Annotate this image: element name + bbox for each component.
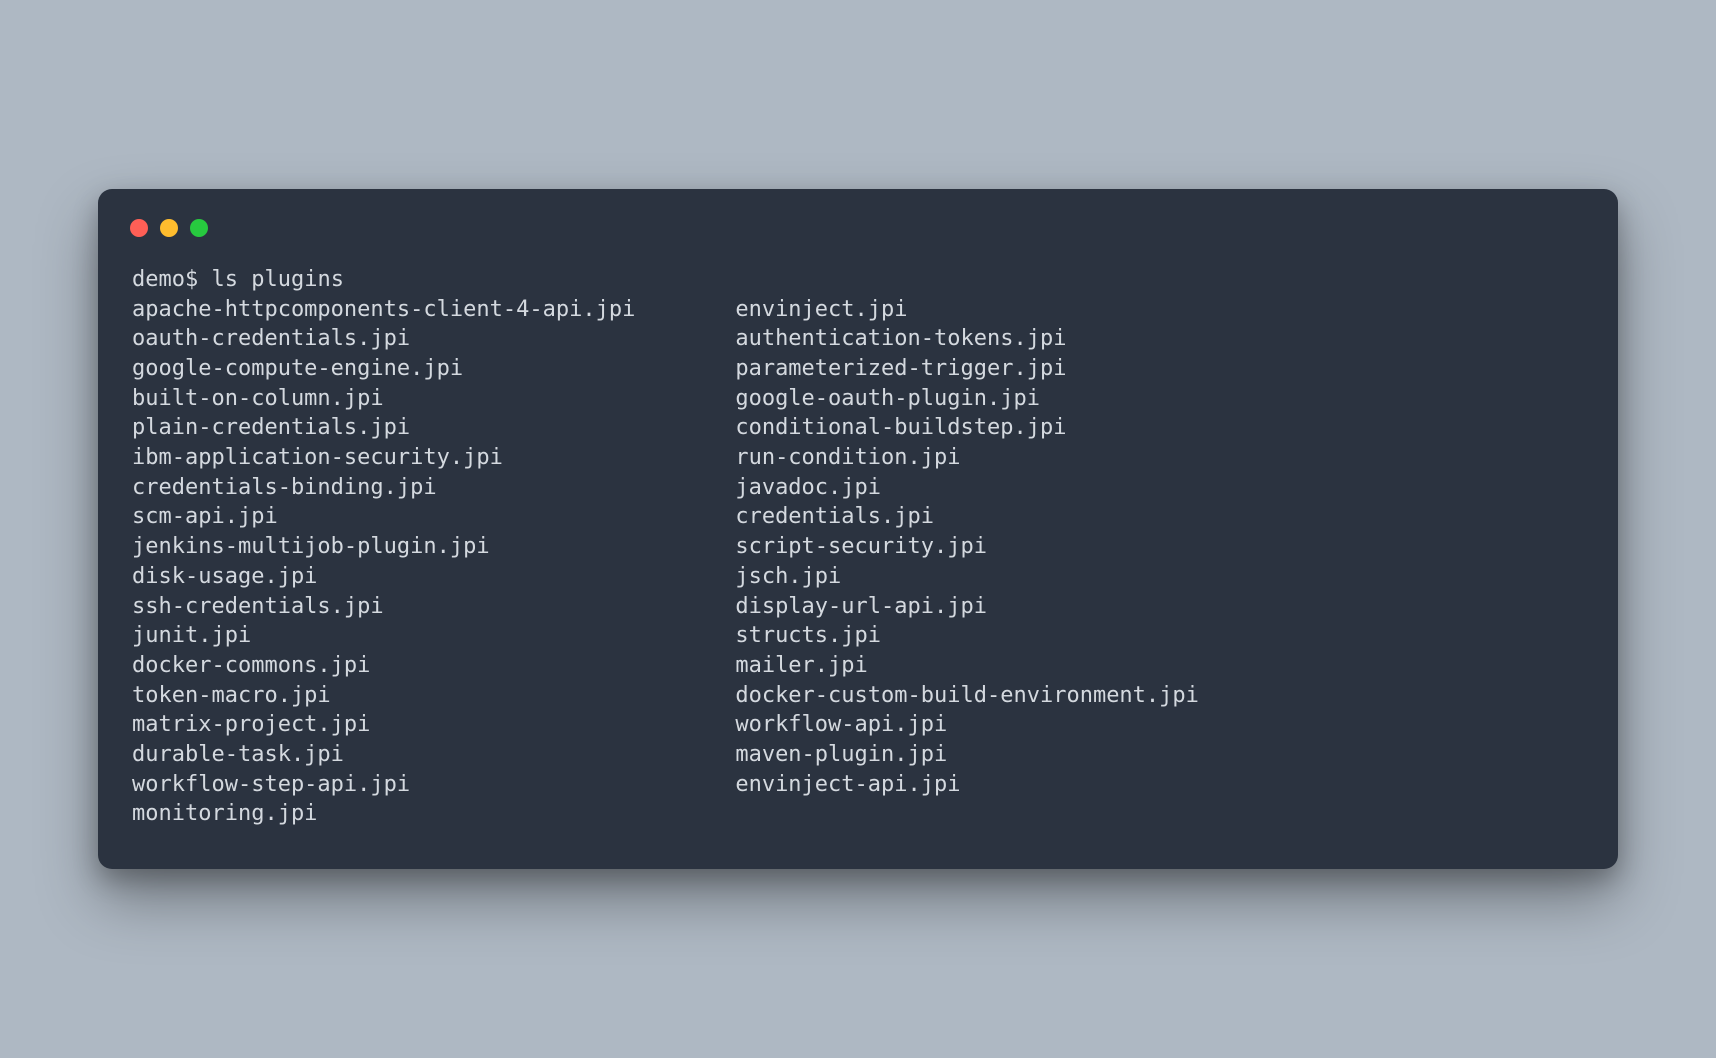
list-item: jenkins-multijob-plugin.jpi xyxy=(132,532,635,562)
list-item: maven-plugin.jpi xyxy=(735,740,1199,770)
list-item: envinject.jpi xyxy=(735,295,1199,325)
list-item: credentials.jpi xyxy=(735,502,1199,532)
list-item: authentication-tokens.jpi xyxy=(735,324,1199,354)
list-item: workflow-api.jpi xyxy=(735,710,1199,740)
list-item: credentials-binding.jpi xyxy=(132,473,635,503)
list-item: built-on-column.jpi xyxy=(132,384,635,414)
list-item: parameterized-trigger.jpi xyxy=(735,354,1199,384)
list-item: display-url-api.jpi xyxy=(735,592,1199,622)
list-item: structs.jpi xyxy=(735,621,1199,651)
list-item: apache-httpcomponents-client-4-api.jpi xyxy=(132,295,635,325)
list-item: docker-custom-build-environment.jpi xyxy=(735,681,1199,711)
list-item: script-security.jpi xyxy=(735,532,1199,562)
list-item: disk-usage.jpi xyxy=(132,562,635,592)
list-item: oauth-credentials.jpi xyxy=(132,324,635,354)
terminal-window: demo$ ls plugins apache-httpcomponents-c… xyxy=(98,189,1618,869)
list-item: mailer.jpi xyxy=(735,651,1199,681)
list-item: conditional-buildstep.jpi xyxy=(735,413,1199,443)
list-item: scm-api.jpi xyxy=(132,502,635,532)
list-item: javadoc.jpi xyxy=(735,473,1199,503)
shell-prompt: demo$ xyxy=(132,267,211,292)
list-item: envinject-api.jpi xyxy=(735,770,1199,800)
list-item: durable-task.jpi xyxy=(132,740,635,770)
list-item: jsch.jpi xyxy=(735,562,1199,592)
list-item: matrix-project.jpi xyxy=(132,710,635,740)
list-item: google-compute-engine.jpi xyxy=(132,354,635,384)
maximize-window-button[interactable] xyxy=(190,219,208,237)
list-item: docker-commons.jpi xyxy=(132,651,635,681)
minimize-window-button[interactable] xyxy=(160,219,178,237)
close-window-button[interactable] xyxy=(130,219,148,237)
ls-column-2: envinject.jpi authentication-tokens.jpi … xyxy=(735,295,1199,829)
list-item: ssh-credentials.jpi xyxy=(132,592,635,622)
ls-column-1: apache-httpcomponents-client-4-api.jpi o… xyxy=(132,295,635,829)
list-item: ibm-application-security.jpi xyxy=(132,443,635,473)
list-item: run-condition.jpi xyxy=(735,443,1199,473)
shell-command: ls plugins xyxy=(211,267,343,292)
ls-output: apache-httpcomponents-client-4-api.jpi o… xyxy=(132,295,1590,829)
list-item: workflow-step-api.jpi xyxy=(132,770,635,800)
terminal-body[interactable]: demo$ ls plugins apache-httpcomponents-c… xyxy=(126,265,1590,829)
list-item: monitoring.jpi xyxy=(132,799,635,829)
list-item: token-macro.jpi xyxy=(132,681,635,711)
list-item: google-oauth-plugin.jpi xyxy=(735,384,1199,414)
list-item: junit.jpi xyxy=(132,621,635,651)
window-titlebar xyxy=(126,213,1590,265)
command-line: demo$ ls plugins xyxy=(132,265,1590,295)
list-item: plain-credentials.jpi xyxy=(132,413,635,443)
